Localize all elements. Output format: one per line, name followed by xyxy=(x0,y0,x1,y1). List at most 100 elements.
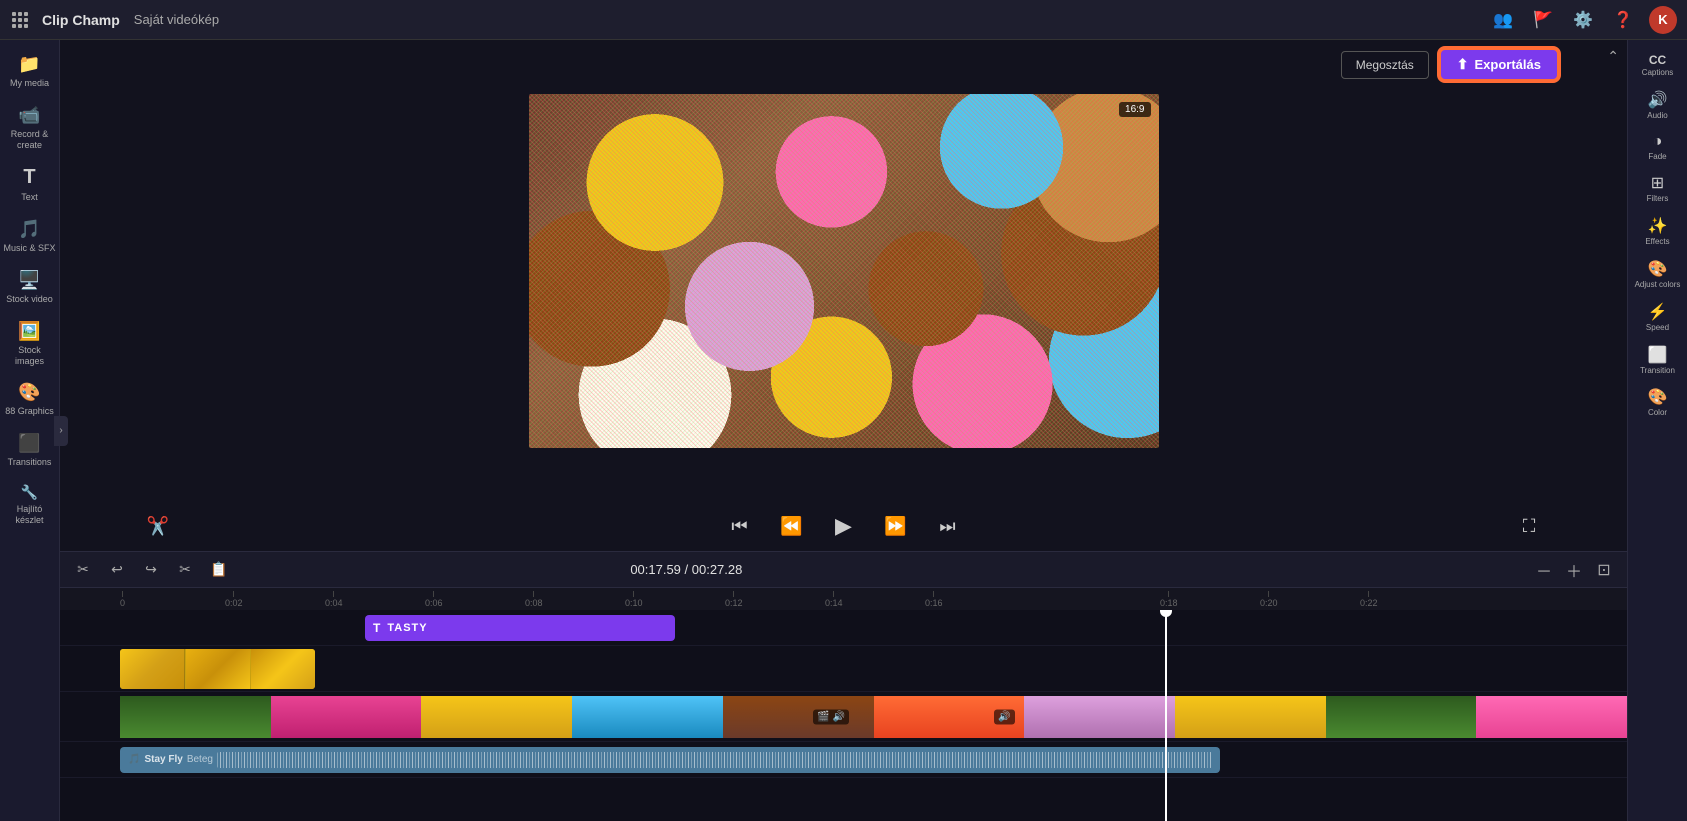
right-sidebar-item-adjust-colors[interactable]: 🎨 Adjust colors xyxy=(1630,254,1686,295)
audio-track-clip[interactable]: 🎵 Stay Fly Beteg xyxy=(120,747,1220,773)
sidebar-item-record-create[interactable]: 📹 Record & create xyxy=(2,99,58,157)
sidebar-item-my-media[interactable]: 📁 My media xyxy=(2,48,58,95)
preview-area: 16:9 xyxy=(60,40,1627,501)
title-track-row: T TASTY xyxy=(60,610,1627,646)
audio-track-row: 🎵 Stay Fly Beteg xyxy=(60,742,1627,778)
rewind-button[interactable]: ⏪ xyxy=(774,508,810,544)
timeline-undo-btn[interactable]: ↩ xyxy=(104,557,130,583)
right-sidebar-transition-label: Transition xyxy=(1640,367,1675,376)
ruler-mark-014: 0:14 xyxy=(825,591,843,608)
filters-icon: ⊞ xyxy=(1651,173,1664,193)
ruler-mark-022: 0:22 xyxy=(1360,591,1378,608)
right-sidebar-item-filters[interactable]: ⊞ Filters xyxy=(1630,168,1686,209)
flag-icon-btn[interactable]: 🚩 xyxy=(1529,6,1557,34)
clip-audio-icon-2: 🔊 xyxy=(998,711,1010,722)
sidebar-item-stock-images[interactable]: 🖼️ Stock images xyxy=(2,315,58,373)
main-layout: 📁 My media 📹 Record & create T Text 🎵 Mu… xyxy=(0,40,1687,821)
sidebar-item-graphics[interactable]: 🎨 88 Graphics xyxy=(2,376,58,423)
sidebar-item-transitions-label: Transitions xyxy=(8,457,52,468)
hajlito-icon: 🔧 xyxy=(21,484,38,501)
donut-seg-5 xyxy=(723,696,874,738)
right-sidebar-speed-label: Speed xyxy=(1646,324,1669,333)
donut-seg-10 xyxy=(1476,696,1627,738)
sidebar-item-text[interactable]: T Text xyxy=(2,160,58,209)
main-video-strip[interactable]: 🎬 🔊 🔊 xyxy=(120,696,1627,738)
right-sidebar-effects-label: Effects xyxy=(1645,238,1669,247)
ruler-mark-004: 0:04 xyxy=(325,591,343,608)
donut-seg-8 xyxy=(1175,696,1326,738)
playhead[interactable] xyxy=(1165,610,1167,821)
video-track-row xyxy=(60,646,1627,692)
ruler-mark-002: 0:02 xyxy=(225,591,243,608)
right-sidebar-filters-label: Filters xyxy=(1647,195,1669,204)
sidebar-item-transitions[interactable]: ⬛ Transitions xyxy=(2,427,58,474)
sidebar-item-stock-video[interactable]: 🖥️ Stock video xyxy=(2,264,58,311)
timeline-cut-tool[interactable]: ✂ xyxy=(70,557,96,583)
main-video-track-row: 🎬 🔊 🔊 xyxy=(60,692,1627,742)
timeline-toolbar: ✂ ↩ ↪ ✂ 📋 00:17.59 / 00:27.28 － ＋ ⊡ ⌃ xyxy=(60,552,1627,588)
app-grid-icon[interactable] xyxy=(10,10,30,30)
sidebar-expand-arrow[interactable]: › xyxy=(54,416,68,446)
topbar-right: 👥 🚩 ⚙️ ❓ K xyxy=(1489,6,1677,34)
ruler-mark-020: 0:20 xyxy=(1260,591,1278,608)
video-thumbnail-strip[interactable] xyxy=(120,649,315,689)
right-sidebar-item-captions[interactable]: CC Captions xyxy=(1630,48,1686,83)
sidebar-item-text-label: Text xyxy=(21,192,38,203)
my-media-icon: 📁 xyxy=(18,54,40,75)
video-preview: 16:9 xyxy=(529,94,1159,448)
zoom-fit-btn[interactable]: ⊡ xyxy=(1591,557,1617,583)
stock-images-icon: 🖼️ xyxy=(18,321,40,342)
skip-back-button[interactable]: ⏮ xyxy=(722,508,758,544)
ruler-mark-018: 0:18 xyxy=(1160,591,1178,608)
right-sidebar: CC Captions 🔊 Audio ◑ Fade ⊞ Filters ✨ E… xyxy=(1627,40,1687,821)
timeline-scissors-btn[interactable]: ✂ xyxy=(172,557,198,583)
video-thumb-1 xyxy=(120,649,185,689)
ruler-mark-008: 0:08 xyxy=(525,591,543,608)
sidebar-item-my-media-label: My media xyxy=(10,78,49,89)
aspect-ratio-badge: 16:9 xyxy=(1119,102,1150,117)
app-name: Clip Champ xyxy=(42,12,120,28)
donut-seg-1 xyxy=(120,696,271,738)
sidebar-item-graphics-label: 88 Graphics xyxy=(5,406,54,417)
zoom-out-btn[interactable]: － xyxy=(1531,557,1557,583)
donut-seg-7 xyxy=(1024,696,1175,738)
help-icon-btn[interactable]: ❓ xyxy=(1609,6,1637,34)
stock-video-icon: 🖥️ xyxy=(18,270,40,291)
settings-icon-btn[interactable]: ⚙️ xyxy=(1569,6,1597,34)
timeline-section: ✂ ↩ ↪ ✂ 📋 00:17.59 / 00:27.28 － ＋ ⊡ ⌃ 0 … xyxy=(60,551,1627,821)
sidebar-item-music-sfx[interactable]: 🎵 Music & SFX xyxy=(2,213,58,260)
ruler-mark-016: 0:16 xyxy=(925,591,943,608)
forward-button[interactable]: ⏩ xyxy=(878,508,914,544)
people-icon-btn[interactable]: 👥 xyxy=(1489,6,1517,34)
right-sidebar-item-transition[interactable]: ⬜ Transition xyxy=(1630,340,1686,381)
right-sidebar-audio-label: Audio xyxy=(1647,112,1667,121)
title-track-clip[interactable]: T TASTY xyxy=(365,615,675,641)
right-sidebar-item-color[interactable]: 🎨 Color xyxy=(1630,382,1686,423)
right-sidebar-item-fade[interactable]: ◑ Fade xyxy=(1630,128,1686,167)
music-sfx-icon: 🎵 xyxy=(18,219,40,240)
right-sidebar-item-speed[interactable]: ⚡ Speed xyxy=(1630,297,1686,338)
fade-icon: ◑ xyxy=(1653,133,1663,151)
timeline-time-display: 00:17.59 / 00:27.28 xyxy=(630,562,742,577)
zoom-in-btn[interactable]: ＋ xyxy=(1561,557,1587,583)
right-sidebar-item-audio[interactable]: 🔊 Audio xyxy=(1630,85,1686,126)
sidebar-item-hajlito-label: Hajlító készlet xyxy=(4,504,56,526)
timeline-redo-btn[interactable]: ↪ xyxy=(138,557,164,583)
audio-note-icon: 🎵 xyxy=(128,754,140,765)
timeline-copy-btn[interactable]: 📋 xyxy=(206,557,232,583)
sidebar-item-hajlito[interactable]: 🔧 Hajlító készlet xyxy=(2,478,58,532)
video-thumb-3 xyxy=(251,649,315,689)
color-icon: 🎨 xyxy=(1648,387,1668,407)
player-controls: ✂️ ⏮ ⏪ ▶ ⏩ ⏭ ⛶ xyxy=(60,501,1627,551)
transitions-icon: ⬛ xyxy=(18,433,40,454)
avatar[interactable]: K xyxy=(1649,6,1677,34)
timeline-collapse-btn[interactable]: ⌃ xyxy=(1607,48,1619,65)
sidebar-item-music-sfx-label: Music & SFX xyxy=(4,243,56,254)
fullscreen-button[interactable]: ⛶ xyxy=(1511,508,1547,544)
crop-button[interactable]: ✂️ xyxy=(140,508,176,544)
ruler-marks-container: 0 0:02 0:04 0:06 0:08 0:10 0:12 0:14 0:1… xyxy=(60,588,1627,610)
play-button[interactable]: ▶ xyxy=(826,508,862,544)
right-sidebar-item-effects[interactable]: ✨ Effects xyxy=(1630,211,1686,252)
skip-forward-button[interactable]: ⏭ xyxy=(930,508,966,544)
donut-seg-4 xyxy=(572,696,723,738)
